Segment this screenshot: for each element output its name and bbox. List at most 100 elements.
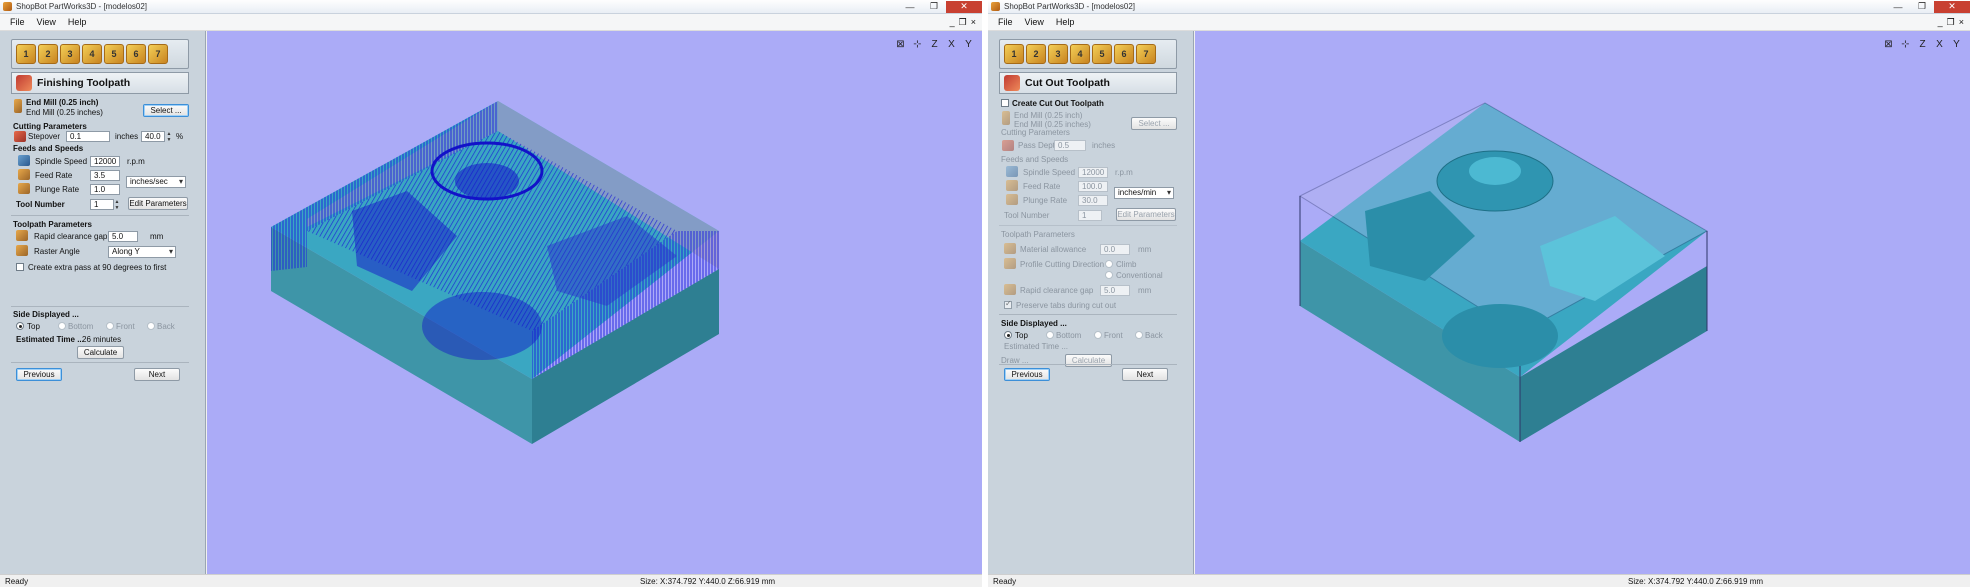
step-2-icon[interactable]: 2 [38, 44, 58, 64]
spindle-speed-input[interactable]: 12000 [1078, 167, 1108, 178]
feed-units-select[interactable]: inches/sec [126, 176, 186, 188]
maximize-button[interactable]: ❐ [922, 1, 946, 13]
previous-button[interactable]: Previous [1004, 368, 1050, 381]
toolpath-parameters-heading: Toolpath Parameters [1001, 230, 1075, 239]
menu-view[interactable]: View [1019, 17, 1050, 27]
side-top-label: Top [27, 322, 40, 331]
step-5-icon[interactable]: 5 [104, 44, 124, 64]
pass-depth-input[interactable]: 0.5 [1054, 140, 1086, 151]
step-7-icon[interactable]: 7 [1136, 44, 1156, 64]
divider [11, 306, 189, 307]
mdi-close-button[interactable]: × [971, 17, 976, 28]
window-title: ShopBot PartWorks3D - [modelos02] [1004, 2, 1136, 11]
stepover-input[interactable]: 0.1 [66, 131, 110, 142]
side-back-radio[interactable] [1135, 331, 1143, 339]
plunge-rate-input[interactable]: 30.0 [1078, 195, 1108, 206]
side-top-radio[interactable] [1004, 331, 1012, 339]
raster-angle-select[interactable]: Along Y [108, 246, 176, 258]
cutout-toolpath-icon [1004, 75, 1020, 91]
close-button[interactable]: ✕ [1934, 0, 1970, 13]
tool-number-input[interactable]: 1 [1078, 210, 1102, 221]
rapid-clearance-input[interactable]: 5.0 [1100, 285, 1130, 296]
tool-number-spinner[interactable]: ▲ ▼ [114, 199, 120, 211]
close-button[interactable]: ✕ [946, 0, 982, 13]
side-back-label: Back [1145, 331, 1163, 340]
step-7-icon[interactable]: 7 [148, 44, 168, 64]
step-1-icon[interactable]: 1 [1004, 44, 1024, 64]
percent-sign: % [176, 132, 184, 141]
step-4-icon[interactable]: 4 [82, 44, 102, 64]
stepover-icon [14, 131, 26, 142]
menu-file[interactable]: File [4, 17, 31, 27]
plunge-rate-input[interactable]: 1.0 [90, 184, 120, 195]
mdi-close-button[interactable]: × [1959, 17, 1964, 28]
mdi-restore-button[interactable]: ❐ [959, 17, 967, 28]
calculate-button[interactable]: Calculate [77, 346, 124, 359]
rapid-clearance-input[interactable]: 5.0 [108, 231, 138, 242]
climb-radio[interactable] [1105, 260, 1113, 268]
stepover-percent-input[interactable]: 40.0 [141, 131, 165, 142]
menu-bar: File View Help _ ❐ × [988, 14, 1970, 31]
3d-viewport[interactable]: ⊠ ⊹ Z X Y [207, 31, 982, 574]
status-bar: Ready Size: X:374.792 Y:440.0 Z:66.919 m… [988, 574, 1970, 587]
side-bottom-radio[interactable] [58, 322, 66, 330]
tool-number-input[interactable]: 1 [90, 199, 114, 210]
select-tool-button[interactable]: Select ... [1131, 117, 1177, 130]
next-button[interactable]: Next [134, 368, 180, 381]
minimize-button[interactable]: — [1886, 1, 1910, 13]
select-tool-button[interactable]: Select ... [143, 104, 189, 117]
menu-help[interactable]: Help [62, 17, 93, 27]
side-front-radio[interactable] [106, 322, 114, 330]
step-5-icon[interactable]: 5 [1092, 44, 1112, 64]
finishing-toolpath-icon [16, 75, 32, 91]
material-allowance-input[interactable]: 0.0 [1100, 244, 1130, 255]
menu-file[interactable]: File [992, 17, 1019, 27]
rapid-clearance-label: Rapid clearance gap [34, 232, 108, 241]
mdi-restore-button[interactable]: ❐ [1947, 17, 1955, 28]
step-6-icon[interactable]: 6 [1114, 44, 1134, 64]
menu-help[interactable]: Help [1050, 17, 1081, 27]
tool-name-sub: End Mill (0.25 inches) [26, 108, 103, 117]
step-6-icon[interactable]: 6 [126, 44, 146, 64]
cutting-direction-icon [1004, 258, 1016, 269]
extra-pass-checkbox[interactable] [16, 263, 24, 271]
rapid-clearance-icon [1004, 284, 1016, 295]
dome-center [1469, 157, 1521, 185]
minimize-button[interactable]: — [898, 1, 922, 13]
stepover-spinner[interactable]: ▲ ▼ [166, 131, 172, 143]
edit-parameters-button[interactable]: Edit Parameters [1116, 208, 1176, 221]
tool-name: End Mill (0.25 inch) [26, 98, 99, 107]
step-3-icon[interactable]: 3 [60, 44, 80, 64]
step-4-icon[interactable]: 4 [1070, 44, 1090, 64]
dome-center [455, 163, 519, 199]
mdi-minimize-button[interactable]: _ [1938, 17, 1943, 28]
calculate-button[interactable]: Calculate [1065, 354, 1112, 367]
mdi-minimize-button[interactable]: _ [950, 17, 955, 28]
side-displayed-heading: Side Displayed ... [13, 310, 79, 319]
maximize-button[interactable]: ❐ [1910, 1, 1934, 13]
step-1-icon[interactable]: 1 [16, 44, 36, 64]
feed-rate-icon [1006, 180, 1018, 191]
side-top-radio[interactable] [16, 322, 24, 330]
menu-view[interactable]: View [31, 17, 62, 27]
feed-rate-input[interactable]: 100.0 [1078, 181, 1108, 192]
step-2-icon[interactable]: 2 [1026, 44, 1046, 64]
spindle-speed-input[interactable]: 12000 [90, 156, 120, 167]
panel-title-text: Finishing Toolpath [37, 77, 131, 89]
side-bottom-radio[interactable] [1046, 331, 1054, 339]
panel-title: Finishing Toolpath [11, 72, 189, 94]
step-3-icon[interactable]: 3 [1048, 44, 1068, 64]
conventional-radio[interactable] [1105, 271, 1113, 279]
create-cutout-checkbox[interactable] [1001, 99, 1009, 107]
previous-button[interactable]: Previous [16, 368, 62, 381]
next-button[interactable]: Next [1122, 368, 1168, 381]
preserve-tabs-checkbox[interactable] [1004, 299, 1012, 309]
window-title: ShopBot PartWorks3D - [modelos02] [16, 2, 148, 11]
3d-viewport[interactable]: ⊠ ⊹ Z X Y [1195, 31, 1970, 574]
side-back-radio[interactable] [147, 322, 155, 330]
feed-rate-input[interactable]: 3.5 [90, 170, 120, 181]
side-front-radio[interactable] [1094, 331, 1102, 339]
edit-parameters-button[interactable]: Edit Parameters [128, 197, 188, 210]
feed-units-select[interactable]: inches/min [1114, 187, 1174, 199]
status-bar: Ready Size: X:374.792 Y:440.0 Z:66.919 m… [0, 574, 982, 587]
